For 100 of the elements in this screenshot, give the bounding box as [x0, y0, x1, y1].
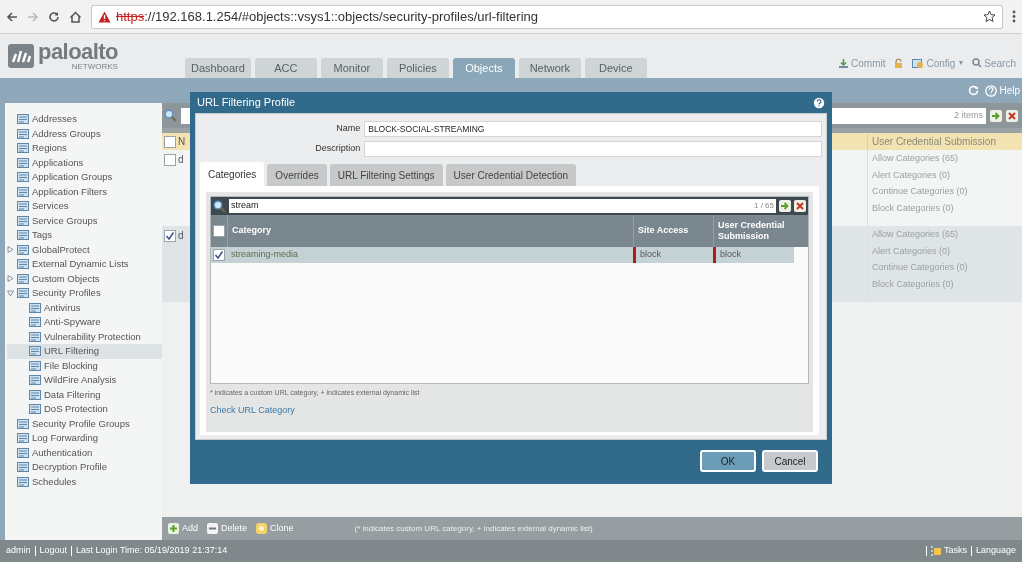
object-icon: [17, 243, 29, 256]
sidebar-item[interactable]: Service Groups: [7, 213, 162, 228]
object-icon: [17, 258, 29, 271]
clear-icon[interactable]: [794, 200, 806, 212]
sidebar-item[interactable]: Services: [7, 199, 162, 214]
menu-icon[interactable]: [1012, 10, 1016, 23]
table-cell-text: d: [178, 153, 184, 167]
column-header: User Credential Submission: [867, 134, 1022, 149]
checkbox[interactable]: [164, 154, 176, 166]
sidebar-item[interactable]: Address Groups: [7, 126, 162, 141]
dialog-tab[interactable]: URL Filtering Settings: [329, 164, 443, 186]
object-icon: [29, 359, 41, 372]
sidebar-item[interactable]: Schedules: [7, 474, 162, 489]
search-icon: [213, 199, 226, 213]
sidebar-item[interactable]: Custom Objects: [7, 271, 162, 286]
text-field[interactable]: BLOCK-SOCIAL-STREAMING: [364, 121, 822, 137]
column-header: N: [178, 135, 184, 149]
category-cell-text: streaming-media: [230, 248, 300, 262]
object-icon: [17, 287, 29, 300]
nav-tab[interactable]: Policies: [386, 58, 449, 78]
object-icon: [29, 388, 41, 401]
refresh-icon[interactable]: [968, 85, 980, 96]
sidebar-item[interactable]: External Dynamic Lists: [7, 257, 162, 272]
checkbox[interactable]: [213, 225, 225, 237]
nav-tab[interactable]: Monitor: [320, 58, 383, 78]
object-icon: [29, 345, 41, 358]
expand-caret-icon[interactable]: [7, 275, 14, 283]
sidebar-item[interactable]: GlobalProtect: [7, 242, 162, 257]
category-count: Alert Categories (0): [872, 244, 952, 258]
sidebar-item[interactable]: Anti-Spyware: [7, 315, 162, 330]
sidebar-item[interactable]: Application Filters: [7, 184, 162, 199]
star-icon[interactable]: [983, 10, 996, 23]
nav-tab[interactable]: Network: [518, 58, 581, 78]
reload-icon[interactable]: [48, 10, 60, 23]
sidebar-item[interactable]: Applications: [7, 155, 162, 170]
sidebar-item[interactable]: File Blocking: [7, 358, 162, 373]
sidebar-item[interactable]: Security Profile Groups: [7, 416, 162, 431]
sidebar-item[interactable]: Antivirus: [7, 300, 162, 315]
status-button[interactable]: Tasks: [930, 544, 967, 558]
sidebar-item[interactable]: Decryption Profile: [7, 460, 162, 475]
category-count: Allow Categories (65): [872, 152, 960, 165]
collapse-caret-icon[interactable]: [7, 289, 14, 297]
object-icon: [17, 272, 29, 285]
dialog-tab[interactable]: User Credential Detection: [445, 164, 577, 186]
sidebar-item[interactable]: Application Groups: [7, 170, 162, 185]
clear-icon[interactable]: [1006, 109, 1018, 122]
checkbox[interactable]: [164, 230, 176, 242]
ok-button[interactable]: OK: [700, 450, 756, 472]
dialog-tab[interactable]: Overrides: [267, 164, 327, 186]
sidebar-item[interactable]: WildFire Analysis: [7, 373, 162, 388]
checkbox[interactable]: [213, 249, 225, 261]
sidebar-item[interactable]: Tags: [7, 228, 162, 243]
object-icon: [17, 171, 29, 184]
sidebar-item[interactable]: Addresses: [7, 112, 162, 127]
sidebar-item[interactable]: Log Forwarding: [7, 431, 162, 446]
dialog-tab[interactable]: Categories: [200, 162, 265, 186]
sidebar-item[interactable]: DoS Protection: [7, 402, 162, 417]
object-icon: [17, 461, 29, 474]
text-field[interactable]: [364, 141, 822, 157]
sidebar-item[interactable]: Vulnerability Protection: [7, 329, 162, 344]
lock-icon[interactable]: [893, 57, 905, 69]
checkbox[interactable]: [164, 135, 176, 148]
status-item[interactable]: Logout: [39, 544, 68, 558]
address-bar[interactable]: https://192.168.1.254/#objects::vsys1::objects/security-profiles/url-filtering: [91, 4, 1003, 29]
object-icon: [29, 374, 41, 387]
check-url-link[interactable]: Check URL Category: [210, 403, 295, 417]
logo-text: paloalto: [38, 41, 118, 63]
status-item: admin: [6, 544, 31, 558]
grid-row[interactable]: streaming-media block block: [211, 247, 794, 263]
category-count: Allow Categories (65): [872, 228, 960, 241]
object-icon: [29, 330, 41, 343]
sidebar-item[interactable]: URL Filtering: [7, 344, 162, 359]
expand-caret-icon[interactable]: [7, 246, 14, 254]
object-icon: [17, 142, 29, 155]
home-icon[interactable]: [69, 10, 82, 23]
nav-tab[interactable]: ACC: [254, 58, 317, 78]
go-arrow-icon[interactable]: [779, 200, 791, 212]
go-arrow-icon[interactable]: [990, 109, 1002, 122]
category-count: Alert Categories (0): [872, 168, 952, 182]
back-icon[interactable]: [6, 10, 18, 23]
sidebar-item[interactable]: Security Profiles: [7, 286, 162, 301]
search-field[interactable]: stream 1 / 65: [229, 199, 776, 213]
nav-tab[interactable]: Device: [584, 58, 647, 78]
logo-icon: [8, 44, 34, 68]
search-icon: [164, 109, 177, 122]
nav-tab[interactable]: Dashboard: [185, 58, 251, 78]
status-button[interactable]: Language: [975, 544, 1016, 558]
help-icon[interactable]: [813, 96, 825, 109]
sidebar-item[interactable]: Authentication: [7, 445, 162, 460]
remove-icon: [207, 523, 218, 534]
status-item: Last Login Time: 05/19/2019 21:37:14: [76, 544, 228, 558]
object-icon: [29, 403, 41, 416]
add-icon: [168, 523, 179, 534]
object-icon: [17, 214, 29, 227]
sidebar-item[interactable]: Regions: [7, 141, 162, 156]
logo-subtitle: NETWORKS: [71, 63, 118, 71]
sidebar-item[interactable]: Data Filtering: [7, 387, 162, 402]
clone-icon: [256, 523, 268, 534]
cancel-button[interactable]: Cancel: [762, 450, 818, 472]
object-icon: [17, 475, 29, 488]
